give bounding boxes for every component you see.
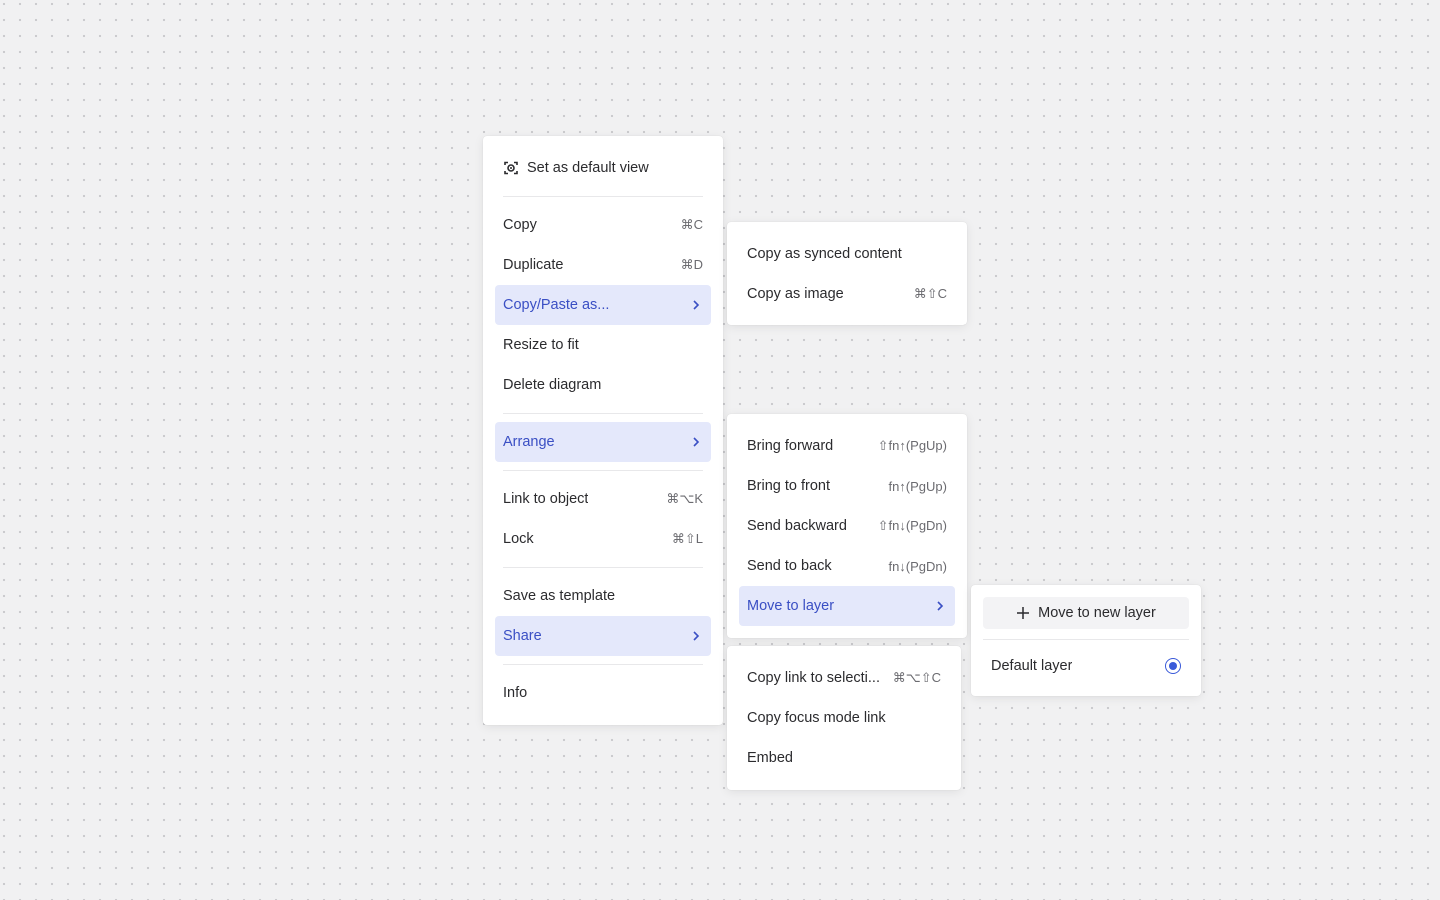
copy-link-item[interactable]: Copy link to selecti... ⌘⌥⇧C xyxy=(739,658,949,698)
plus-icon xyxy=(1017,607,1030,619)
info-label: Info xyxy=(503,685,528,701)
copy-as-synced-label: Copy as synced content xyxy=(747,246,902,262)
copy-paste-as-item[interactable]: Copy/Paste as... xyxy=(495,285,711,325)
delete-diagram-label: Delete diagram xyxy=(503,377,602,393)
duplicate-item[interactable]: Duplicate ⌘D xyxy=(495,245,711,285)
delete-diagram-item[interactable]: Delete diagram xyxy=(495,365,711,405)
divider xyxy=(983,639,1189,640)
link-to-object-item[interactable]: Link to object ⌘⌥K xyxy=(495,479,711,519)
send-to-back-item[interactable]: Send to back fn↓(PgDn) xyxy=(739,546,955,586)
lock-label: Lock xyxy=(503,531,534,547)
send-to-back-shortcut: fn↓(PgDn) xyxy=(888,558,947,574)
copy-link-label: Copy link to selecti... xyxy=(747,670,880,686)
lock-shortcut: ⌘⇧L xyxy=(671,531,703,546)
embed-item[interactable]: Embed xyxy=(739,738,949,778)
viewfinder-icon xyxy=(504,161,518,175)
link-to-object-label: Link to object xyxy=(503,491,589,507)
copy-focus-link-label: Copy focus mode link xyxy=(747,710,886,726)
default-layer-label: Default layer xyxy=(991,658,1073,674)
send-to-back-label: Send to back xyxy=(747,558,832,574)
chevron-right-icon xyxy=(693,631,700,641)
save-as-template-label: Save as template xyxy=(503,588,616,604)
embed-label: Embed xyxy=(747,750,793,766)
divider xyxy=(503,413,703,414)
move-to-layer-item[interactable]: Move to layer xyxy=(739,586,955,626)
set-default-view-label: Set as default view xyxy=(527,160,649,176)
chevron-right-icon xyxy=(693,437,700,447)
share-label: Share xyxy=(503,628,542,644)
radio-selected-icon[interactable] xyxy=(1165,658,1181,674)
copy-label: Copy xyxy=(503,217,537,233)
resize-to-fit-item[interactable]: Resize to fit xyxy=(495,325,711,365)
divider xyxy=(503,196,703,197)
copy-shortcut: ⌘C xyxy=(680,217,703,232)
arrange-submenu: Bring forward ⇧fn↑(PgUp) Bring to front … xyxy=(727,414,967,638)
move-to-new-layer-button[interactable]: Move to new layer xyxy=(983,597,1189,629)
duplicate-shortcut: ⌘D xyxy=(680,257,703,272)
send-backward-shortcut: ⇧fn↓(PgDn) xyxy=(877,518,947,533)
arrange-item[interactable]: Arrange xyxy=(495,422,711,462)
send-backward-label: Send backward xyxy=(747,518,847,534)
link-to-object-shortcut: ⌘⌥K xyxy=(666,491,703,506)
copy-link-shortcut: ⌘⌥⇧C xyxy=(892,670,941,685)
divider xyxy=(503,470,703,471)
duplicate-label: Duplicate xyxy=(503,257,564,273)
copy-focus-link-item[interactable]: Copy focus mode link xyxy=(739,698,949,738)
bring-to-front-item[interactable]: Bring to front fn↑(PgUp) xyxy=(739,466,955,506)
share-item[interactable]: Share xyxy=(495,616,711,656)
save-as-template-item[interactable]: Save as template xyxy=(495,576,711,616)
radio-dot xyxy=(1169,662,1177,670)
lock-item[interactable]: Lock ⌘⇧L xyxy=(495,519,711,559)
bring-to-front-label: Bring to front xyxy=(747,478,831,494)
resize-to-fit-label: Resize to fit xyxy=(503,337,579,353)
move-to-layer-label: Move to layer xyxy=(747,598,835,614)
bring-forward-item[interactable]: Bring forward ⇧fn↑(PgUp) xyxy=(739,426,955,466)
copy-as-synced-item[interactable]: Copy as synced content xyxy=(739,234,955,274)
bring-forward-shortcut: ⇧fn↑(PgUp) xyxy=(877,438,947,453)
copy-item[interactable]: Copy ⌘C xyxy=(495,205,711,245)
default-layer-item[interactable]: Default layer xyxy=(983,646,1189,686)
layer-submenu: Move to new layer Default layer xyxy=(971,585,1201,696)
chevron-right-icon xyxy=(937,601,944,611)
copy-paste-submenu: Copy as synced content Copy as image ⌘⇧C xyxy=(727,222,967,325)
chevron-right-icon xyxy=(693,300,700,310)
copy-as-image-item[interactable]: Copy as image ⌘⇧C xyxy=(739,274,955,314)
copy-as-image-shortcut: ⌘⇧C xyxy=(913,286,947,301)
copy-paste-as-label: Copy/Paste as... xyxy=(503,297,610,313)
arrange-label: Arrange xyxy=(503,434,555,450)
info-item[interactable]: Info xyxy=(495,673,711,713)
share-submenu: Copy link to selecti... ⌘⌥⇧C Copy focus … xyxy=(727,646,961,790)
set-default-view-item[interactable]: Set as default view xyxy=(495,148,711,188)
copy-as-image-label: Copy as image xyxy=(747,286,844,302)
context-menu: Set as default view Copy ⌘C Duplicate ⌘D… xyxy=(483,136,723,725)
divider xyxy=(503,664,703,665)
bring-forward-label: Bring forward xyxy=(747,438,834,454)
bring-to-front-shortcut: fn↑(PgUp) xyxy=(888,478,947,494)
send-backward-item[interactable]: Send backward ⇧fn↓(PgDn) xyxy=(739,506,955,546)
divider xyxy=(503,567,703,568)
move-to-new-layer-label: Move to new layer xyxy=(1038,605,1156,621)
